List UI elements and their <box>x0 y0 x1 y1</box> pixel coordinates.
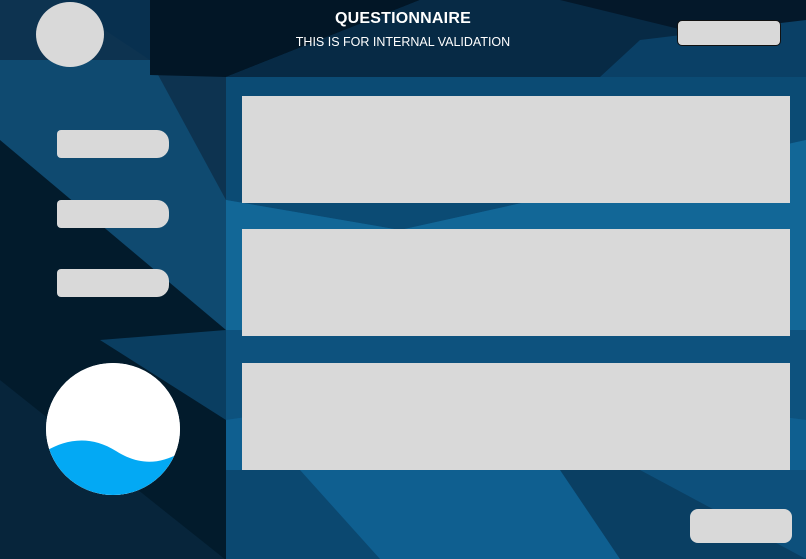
content-card-3[interactable] <box>242 363 790 470</box>
sidebar-button-2[interactable] <box>57 200 169 228</box>
content-card-2[interactable] <box>242 229 790 336</box>
wave-logo-icon <box>46 363 180 495</box>
content-card-1[interactable] <box>242 96 790 203</box>
bottom-right-button[interactable] <box>690 509 792 543</box>
top-right-button[interactable] <box>677 20 781 46</box>
sidebar-button-1[interactable] <box>57 130 169 158</box>
sidebar-button-3[interactable] <box>57 269 169 297</box>
